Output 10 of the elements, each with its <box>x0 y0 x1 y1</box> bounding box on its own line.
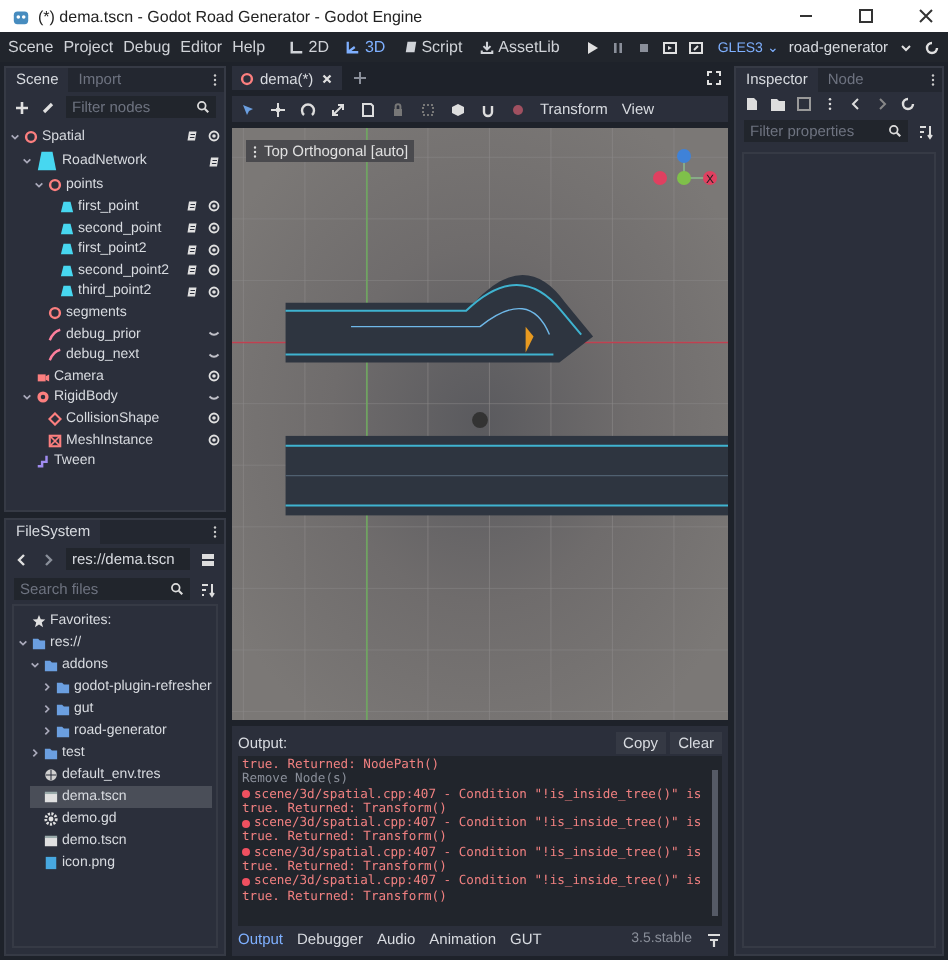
menu-item[interactable]: Scene <box>8 38 54 56</box>
workspace-button[interactable]: Script <box>399 38 467 56</box>
window-title: (*) dema.tscn - Godot Road Generator - Godot Engine <box>38 7 423 25</box>
menu-item[interactable]: Help <box>232 38 266 56</box>
workspace-button[interactable]: 2D <box>286 38 333 56</box>
menu-item[interactable]: Project <box>63 38 114 56</box>
workspace-button[interactable]: AssetLib <box>476 38 564 56</box>
menu-item[interactable]: Debug <box>123 38 171 56</box>
menu-item[interactable]: Editor <box>180 38 223 56</box>
workspace-button[interactable]: 3D <box>342 38 390 56</box>
